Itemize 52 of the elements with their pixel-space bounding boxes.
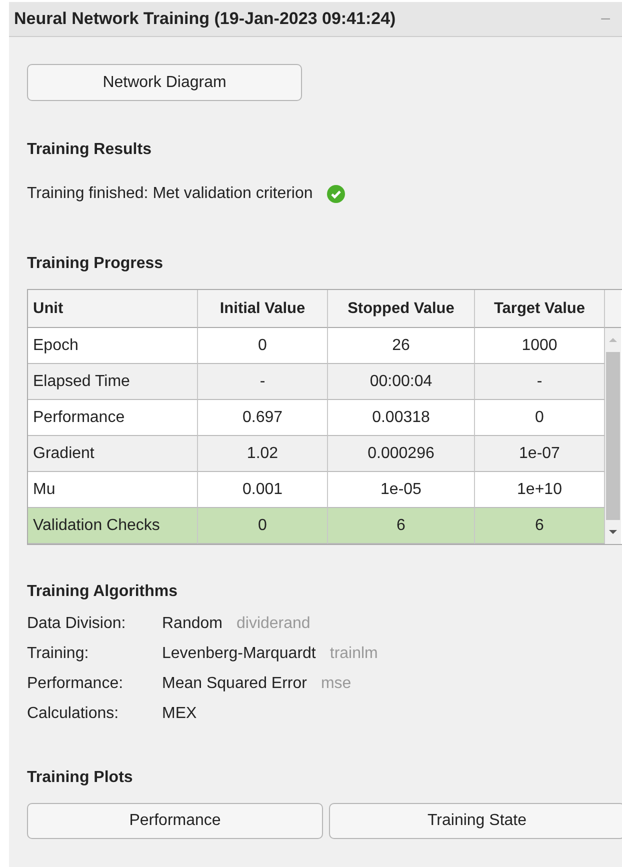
scrollbar-thumb[interactable] xyxy=(606,352,620,520)
algorithm-value: Levenberg-Marquardt xyxy=(162,645,316,663)
algorithm-value: MEX xyxy=(162,705,197,723)
column-header: Initial Value xyxy=(198,290,328,328)
section-heading: Training Progress xyxy=(27,255,164,273)
plot-button[interactable]: Performance xyxy=(27,803,323,839)
plot-button[interactable]: Training State xyxy=(329,803,622,839)
algorithm-label: Performance: xyxy=(27,675,124,693)
table-cell: 0 xyxy=(198,508,328,544)
column-header: Target Value xyxy=(475,290,605,328)
table-cell: Performance xyxy=(28,400,198,436)
table-cell: 6 xyxy=(328,508,475,544)
section-heading: Training Plots xyxy=(27,769,134,787)
algorithm-value: Random xyxy=(162,615,222,633)
table-cell: 1e-05 xyxy=(328,472,475,508)
table-cell: Mu xyxy=(28,472,198,508)
algorithm-label: Data Division: xyxy=(27,615,127,633)
section-heading: Training Algorithms xyxy=(27,583,179,601)
table-cell: 0.001 xyxy=(198,472,328,508)
table-cell: 1e+10 xyxy=(475,472,605,508)
function-name: mse xyxy=(320,675,352,693)
table-cell: 0 xyxy=(198,328,328,364)
scrollbar[interactable] xyxy=(605,328,621,544)
table-cell: 00:00:04 xyxy=(328,364,475,400)
scroll-down-icon[interactable] xyxy=(608,528,618,536)
function-name: trainlm xyxy=(330,645,378,663)
network-diagram-button[interactable]: Network Diagram xyxy=(27,64,302,101)
section-heading: Training Results xyxy=(27,141,152,159)
algorithm-value: Mean Squared Error xyxy=(162,675,307,693)
column-header: Unit xyxy=(28,290,198,328)
status-text: Training finished: Met validation criterion xyxy=(27,185,313,203)
scroll-up-icon[interactable] xyxy=(608,336,618,344)
algorithm-label: Calculations: xyxy=(27,705,120,723)
table-cell: 0 xyxy=(475,400,605,436)
function-name: dividerand xyxy=(236,615,310,633)
table-cell: Epoch xyxy=(28,328,198,364)
table-cell: Validation Checks xyxy=(28,508,198,544)
table-cell: 6 xyxy=(475,508,605,544)
table-cell: - xyxy=(475,364,605,400)
algorithm-label: Training: xyxy=(27,645,90,663)
table-cell: Elapsed Time xyxy=(28,364,198,400)
table-cell: 1.02 xyxy=(198,436,328,472)
table-cell: 1e-07 xyxy=(475,436,605,472)
table-cell: 0.697 xyxy=(198,400,328,436)
table-cell: 1000 xyxy=(475,328,605,364)
table-cell: Gradient xyxy=(28,436,198,472)
table-cell: 26 xyxy=(328,328,475,364)
table-cell: - xyxy=(198,364,328,400)
column-header: Stopped Value xyxy=(328,290,475,328)
window-title: Neural Network Training (19-Jan-2023 09:41:24) xyxy=(14,9,396,29)
table-cell: 0.00318 xyxy=(328,400,475,436)
table-cell: 0.000296 xyxy=(328,436,475,472)
